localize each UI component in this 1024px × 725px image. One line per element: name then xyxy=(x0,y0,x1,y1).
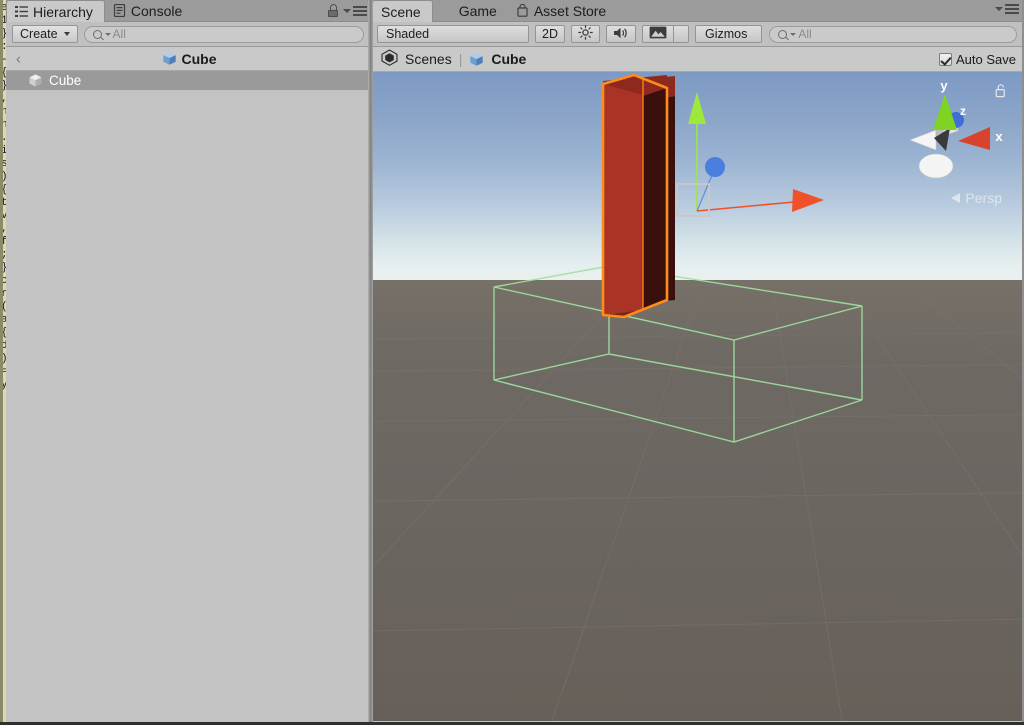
axis-y-cone xyxy=(933,94,957,130)
hierarchy-toolbar: Create All xyxy=(6,22,372,47)
chevron-down-icon xyxy=(63,32,70,36)
tab-scene-label: Scene xyxy=(381,3,421,20)
axis-label-y: y xyxy=(940,78,948,93)
scene-search-input[interactable]: All xyxy=(769,25,1017,43)
unity-logo-icon xyxy=(381,49,398,69)
tab-game[interactable]: Game xyxy=(433,0,508,21)
unity-editor-window: e 1, } : - { } , n n . i s ) { t v , f ;… xyxy=(0,0,1024,725)
gizmo-y-arrow xyxy=(688,92,706,124)
gizmos-dropdown[interactable]: Gizmos xyxy=(694,25,763,43)
gizmo-x-axis xyxy=(696,201,795,212)
create-button[interactable]: Create xyxy=(12,25,78,43)
gizmos-label: Gizmos xyxy=(704,27,748,41)
scene-tabstrip: Scene Game Asset Store xyxy=(372,0,1024,22)
hierarchy-list: Cube xyxy=(6,71,372,90)
hierarchy-list-icon xyxy=(15,5,28,18)
hierarchy-tabstrip: Hierarchy Console xyxy=(6,0,372,22)
auto-save-checkbox[interactable] xyxy=(939,52,952,66)
tab-console-label: Console xyxy=(130,2,183,19)
hierarchy-panel: Hierarchy Console Create All ‹ Cube Cube xyxy=(6,0,372,725)
game-icon xyxy=(441,4,454,17)
sun-lighting-icon xyxy=(578,25,593,43)
draw-mode-label: Shaded xyxy=(386,27,430,41)
lock-icon[interactable] xyxy=(328,4,339,17)
projection-mode-label[interactable]: Persp xyxy=(951,190,1002,206)
tab-asset-store-label: Asset Store xyxy=(533,2,607,19)
tab-asset-store[interactable]: Asset Store xyxy=(508,0,617,21)
toggle-audio-button[interactable] xyxy=(605,25,636,43)
scene-viewport[interactable]: y z x Persp xyxy=(372,72,1024,721)
toggle-fx-button[interactable] xyxy=(641,25,673,43)
tab-game-label: Game xyxy=(458,2,497,19)
hierarchy-item-label: Cube xyxy=(49,73,82,88)
tab-hierarchy-label: Hierarchy xyxy=(33,3,93,20)
hamburger-menu-icon[interactable] xyxy=(995,4,1019,14)
hierarchy-search-placeholder: All xyxy=(112,27,126,41)
breadcrumb-scenes-label[interactable]: Scenes xyxy=(405,51,452,67)
tab-console[interactable]: Console xyxy=(105,0,193,21)
chevron-down-icon xyxy=(790,32,797,36)
axis-neg-y-cone xyxy=(918,153,954,179)
toggle-2d-button[interactable]: 2D xyxy=(535,25,565,43)
search-icon xyxy=(92,29,102,39)
breadcrumb-back-button[interactable]: ‹ xyxy=(16,50,21,67)
hierarchy-window-controls xyxy=(328,4,367,17)
breadcrumb-title: Cube xyxy=(6,51,372,67)
axis-x-cone xyxy=(958,127,990,150)
search-icon xyxy=(778,29,788,39)
auto-save-toggle[interactable]: Auto Save xyxy=(939,52,1016,67)
hamburger-menu-icon[interactable] xyxy=(343,5,367,16)
scene-window-controls xyxy=(995,4,1019,14)
cube-icon-grey xyxy=(29,74,42,87)
draw-mode-dropdown[interactable]: Shaded xyxy=(377,25,529,43)
gizmo-plane-handle xyxy=(676,183,710,217)
axis-neg-x-cone xyxy=(909,129,937,151)
cube-icon-blue xyxy=(470,52,484,66)
move-gizmo xyxy=(676,92,824,217)
gizmo-z-handle xyxy=(705,157,725,177)
axis-label-z: z xyxy=(960,104,966,118)
scene-breadcrumb: Scenes | Cube Auto Save xyxy=(372,47,1024,72)
asset-store-icon xyxy=(516,3,529,17)
scene-search-placeholder: All xyxy=(798,27,812,41)
audio-speaker-icon xyxy=(613,26,629,43)
breadcrumb-object-label[interactable]: Cube xyxy=(491,51,526,67)
toggle-2d-label: 2D xyxy=(542,27,558,41)
hierarchy-item-cube[interactable]: Cube xyxy=(6,71,372,90)
auto-save-label: Auto Save xyxy=(956,51,1016,67)
breadcrumb-title-text: Cube xyxy=(181,50,217,67)
axis-label-x: x xyxy=(995,129,1003,144)
scene-toolbar: Shaded 2D Gizmos All xyxy=(372,22,1024,47)
scene-axis-gizmo[interactable]: y z x xyxy=(896,78,1006,188)
left-arrow-icon xyxy=(951,193,961,203)
ground-grid xyxy=(372,283,1024,721)
projection-mode-text: Persp xyxy=(965,190,1002,206)
chevron-down-icon xyxy=(104,32,111,36)
scene-panel: Scene Game Asset Store Shaded 2D Gizmos … xyxy=(372,0,1024,725)
cube-icon-blue xyxy=(162,52,176,65)
hierarchy-breadcrumb: ‹ Cube xyxy=(6,47,372,71)
panel-splitter[interactable] xyxy=(368,0,373,725)
image-fx-icon xyxy=(649,26,667,42)
tab-scene[interactable]: Scene xyxy=(372,0,433,22)
toggle-lighting-button[interactable] xyxy=(570,25,600,43)
breadcrumb-separator: | xyxy=(458,51,463,67)
tab-hierarchy[interactable]: Hierarchy xyxy=(6,0,105,22)
cube-pillar xyxy=(601,73,669,319)
console-icon xyxy=(113,3,126,18)
unlock-icon[interactable] xyxy=(995,84,1007,98)
editor-gutter xyxy=(0,0,3,725)
fx-dropdown-button[interactable] xyxy=(672,25,689,43)
create-button-label: Create xyxy=(20,27,58,41)
gizmo-x-arrow xyxy=(792,189,824,212)
hierarchy-search-input[interactable]: All xyxy=(83,25,364,43)
